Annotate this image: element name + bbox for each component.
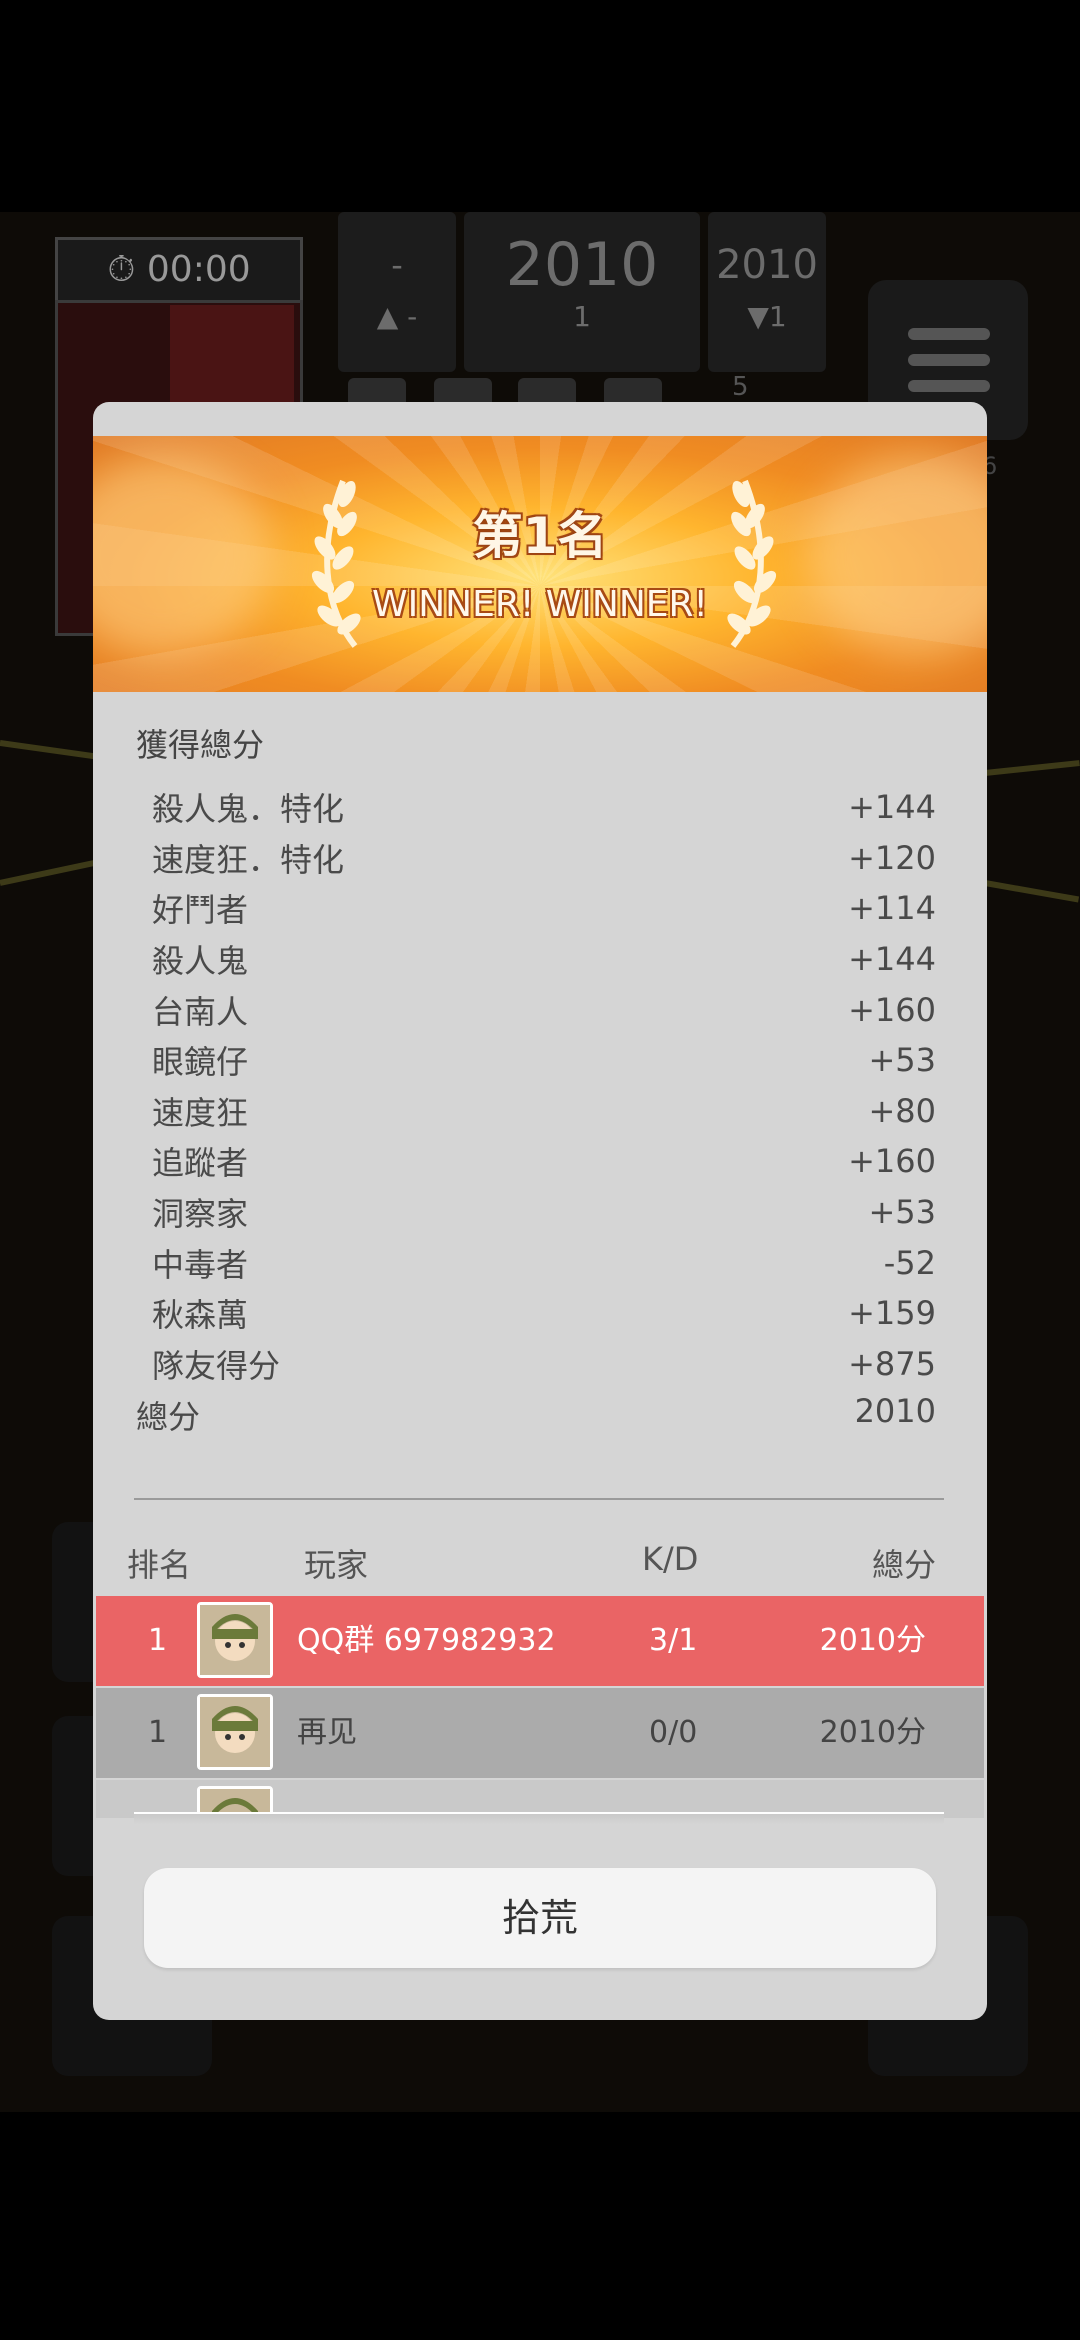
score-card-2-value: 2010 (505, 230, 659, 300)
score-item-label: 隊友得分 (152, 1346, 281, 1385)
ranking-table-header: 排名 玩家 K/D 總分 (93, 1540, 987, 1590)
score-item-label: 台南人 (152, 992, 249, 1031)
header-player: 玩家 (304, 1546, 369, 1584)
score-item-label: 秋森萬 (152, 1296, 249, 1335)
score-item-label: 眼鏡仔 (152, 1043, 249, 1082)
score-item: 台南人 +160 (152, 984, 936, 1035)
score-breakdown-list: 殺人鬼．特化 +144 速度狂．特化 +120 好鬥者 +114 殺人鬼 +144 台南… (152, 782, 936, 1389)
counter-value: 5 (732, 372, 749, 402)
row-kd: 0/0 (649, 1715, 698, 1750)
score-card-1-delta: ▲ - (376, 300, 418, 333)
rank-title: 第1名 (472, 507, 608, 565)
total-value: 2010 (854, 1392, 936, 1430)
avatar (197, 1602, 273, 1678)
score-item: 速度狂．特化 +120 (152, 833, 936, 884)
score-item-value: +144 (848, 788, 936, 827)
score-item-value: -52 (883, 1243, 936, 1282)
score-item: 秋森萬 +159 (152, 1288, 936, 1339)
total-score-row: 總分 2010 (136, 1392, 936, 1438)
score-item-label: 洞察家 (152, 1195, 249, 1234)
score-card-3: 2010 ▼1 (708, 212, 826, 372)
menu-icon (908, 328, 990, 340)
score-item-value: +80 (868, 1091, 936, 1130)
timer-value: 00:00 (146, 249, 251, 290)
score-item-label: 速度狂 (152, 1093, 249, 1132)
match-result-dialog: 第1名 WINNER! WINNER! 獲得總分 殺人鬼．特化 +144 速度狂．… (93, 402, 987, 2020)
score-item-value: +120 (848, 838, 936, 877)
row-rank: 1 (148, 1715, 168, 1750)
list-scroll-edge (134, 1812, 944, 1824)
row-player-name: QQ群 697982932 (297, 1623, 556, 1658)
row-rank: 1 (148, 1623, 168, 1658)
ranking-table[interactable]: 1 QQ群 697982932 3/1 2010分 1 再见 0/0 2010分 (96, 1596, 984, 1818)
winner-subtitle: WINNER! WINNER! (372, 584, 708, 625)
avatar (197, 1694, 273, 1770)
score-card-2-delta: 1 (573, 300, 591, 333)
table-row[interactable]: 1 QQ群 697982932 3/1 2010分 (96, 1596, 984, 1686)
winner-banner: 第1名 WINNER! WINNER! (93, 436, 987, 692)
score-item: 殺人鬼 +144 (152, 934, 936, 985)
score-item: 隊友得分 +875 (152, 1339, 936, 1390)
score-item-value: +875 (848, 1344, 936, 1383)
header-kd: K/D (642, 1540, 699, 1578)
score-card-3-value: 2010 (716, 242, 818, 288)
score-item-value: +53 (868, 1041, 936, 1080)
score-item-label: 速度狂．特化 (152, 840, 345, 879)
score-item: 速度狂 +80 (152, 1086, 936, 1137)
score-item-value: +144 (848, 940, 936, 979)
clock-icon: ⏱ (107, 249, 136, 290)
score-item: 洞察家 +53 (152, 1187, 936, 1238)
header-score: 總分 (871, 1546, 936, 1584)
score-item-label: 中毒者 (152, 1245, 249, 1284)
score-section-title: 獲得總分 (136, 726, 265, 764)
score-item: 中毒者 -52 (152, 1237, 936, 1288)
divider (134, 1498, 944, 1500)
score-card-3-delta: ▼1 (747, 300, 787, 333)
score-item: 殺人鬼．特化 +144 (152, 782, 936, 833)
scavenge-button[interactable]: 拾荒 (144, 1868, 936, 1968)
score-item-value: +160 (848, 1142, 936, 1181)
match-timer: ⏱ 00:00 (55, 237, 303, 303)
row-score: 2010分 (819, 1715, 926, 1750)
total-label: 總分 (136, 1398, 201, 1436)
score-card-1-value: - (391, 246, 403, 284)
header-rank: 排名 (127, 1546, 192, 1584)
score-item-value: +53 (868, 1193, 936, 1232)
score-item: 好鬥者 +114 (152, 883, 936, 934)
score-item-value: +114 (848, 889, 936, 928)
score-card-2: 2010 1 (464, 212, 700, 372)
score-item-label: 殺人鬼 (152, 942, 249, 981)
score-item: 追蹤者 +160 (152, 1136, 936, 1187)
score-item-value: +159 (848, 1294, 936, 1333)
score-item-label: 好鬥者 (152, 891, 249, 930)
table-row[interactable]: 1 再见 0/0 2010分 (96, 1688, 984, 1778)
row-score: 2010分 (819, 1623, 926, 1658)
row-player-name: 再见 (297, 1715, 357, 1750)
score-card-1: - ▲ - (338, 212, 456, 372)
score-item-label: 殺人鬼．特化 (152, 790, 345, 829)
score-item-value: +160 (848, 990, 936, 1029)
score-item: 眼鏡仔 +53 (152, 1035, 936, 1086)
row-kd: 3/1 (649, 1623, 698, 1658)
score-item-label: 追蹤者 (152, 1144, 249, 1183)
